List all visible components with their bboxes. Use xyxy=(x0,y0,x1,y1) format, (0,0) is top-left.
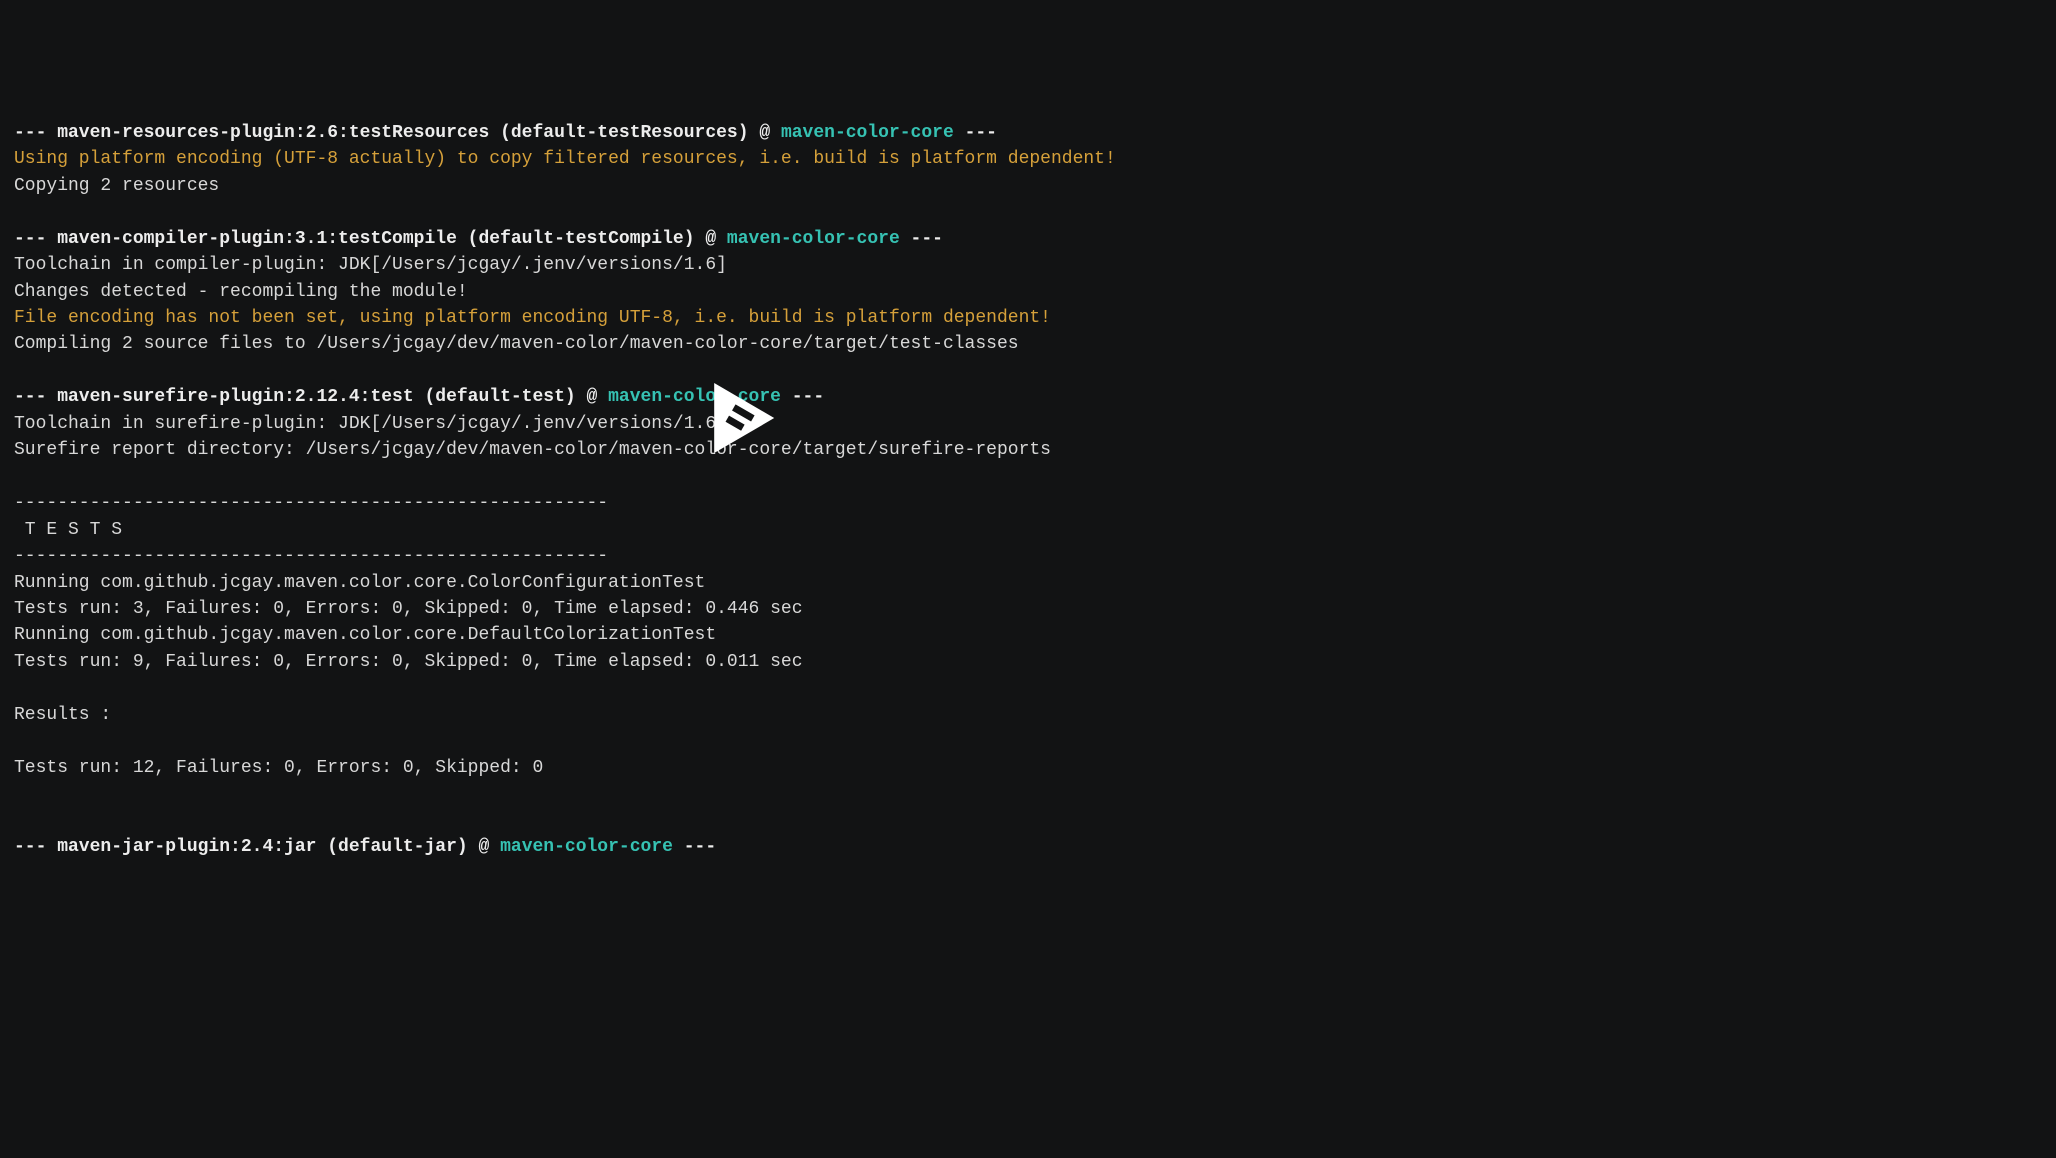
terminal-line xyxy=(14,199,1442,225)
text-segment: --- maven-resources-plugin:2.6:testResou… xyxy=(14,123,781,143)
terminal-line: Copying 2 resources xyxy=(14,173,1442,199)
text-segment: ----------------------------------------… xyxy=(14,493,608,513)
terminal-line xyxy=(14,781,1442,807)
text-segment: --- maven-jar-plugin:2.4:jar (default-ja… xyxy=(14,837,500,857)
terminal-line: ----------------------------------------… xyxy=(14,490,1442,516)
text-segment: Using platform encoding (UTF-8 actually)… xyxy=(14,149,1116,169)
text-segment: Copying 2 resources xyxy=(14,176,219,196)
text-segment: Tests run: 3, Failures: 0, Errors: 0, Sk… xyxy=(14,599,803,619)
text-segment: --- maven-compiler-plugin:3.1:testCompil… xyxy=(14,229,727,249)
terminal-line: Tests run: 9, Failures: 0, Errors: 0, Sk… xyxy=(14,649,1442,675)
text-segment: Toolchain in surefire-plugin: JDK[/Users… xyxy=(14,414,727,434)
terminal-line xyxy=(14,808,1442,834)
terminal-line: File encoding has not been set, using pl… xyxy=(14,305,1442,331)
terminal-line: Using platform encoding (UTF-8 actually)… xyxy=(14,146,1442,172)
terminal-line: Tests run: 3, Failures: 0, Errors: 0, Sk… xyxy=(14,596,1442,622)
text-segment: --- xyxy=(900,229,943,249)
terminal-line: --- maven-compiler-plugin:3.1:testCompil… xyxy=(14,226,1442,252)
text-segment: File encoding has not been set, using pl… xyxy=(14,308,1051,328)
text-segment: --- xyxy=(673,837,716,857)
text-segment: --- xyxy=(954,123,997,143)
terminal-line: Changes detected - recompiling the modul… xyxy=(14,279,1442,305)
text-segment: Changes detected - recompiling the modul… xyxy=(14,282,468,302)
text-segment: maven-color-core xyxy=(727,229,900,249)
terminal-line: Running com.github.jcgay.maven.color.cor… xyxy=(14,622,1442,648)
text-segment: Tests run: 12, Failures: 0, Errors: 0, S… xyxy=(14,758,543,778)
text-segment: Results : xyxy=(14,705,111,725)
terminal-line xyxy=(14,728,1442,754)
text-segment: Toolchain in compiler-plugin: JDK[/Users… xyxy=(14,255,727,275)
terminal-line: --- maven-jar-plugin:2.4:jar (default-ja… xyxy=(14,834,1442,860)
terminal-line: Toolchain in compiler-plugin: JDK[/Users… xyxy=(14,252,1442,278)
text-segment: --- maven-surefire-plugin:2.12.4:test (d… xyxy=(14,387,608,407)
text-segment: maven-color-core xyxy=(781,123,954,143)
text-segment: Running com.github.jcgay.maven.color.cor… xyxy=(14,625,716,645)
terminal-line xyxy=(14,675,1442,701)
terminal-line: Running com.github.jcgay.maven.color.cor… xyxy=(14,570,1442,596)
text-segment: maven-color-core xyxy=(500,837,673,857)
terminal-line: Tests run: 12, Failures: 0, Errors: 0, S… xyxy=(14,755,1442,781)
play-button[interactable] xyxy=(667,342,789,478)
text-segment: Running com.github.jcgay.maven.color.cor… xyxy=(14,573,705,593)
text-segment: T E S T S xyxy=(14,520,122,540)
text-segment: Surefire report directory: /Users/jcgay/… xyxy=(14,440,1051,460)
text-segment: Tests run: 9, Failures: 0, Errors: 0, Sk… xyxy=(14,652,803,672)
terminal-line: T E S T S xyxy=(14,517,1442,543)
play-icon xyxy=(689,368,789,468)
terminal-output: --- maven-resources-plugin:2.6:testResou… xyxy=(14,120,1442,861)
terminal-line: --- maven-resources-plugin:2.6:testResou… xyxy=(14,120,1442,146)
terminal-line: Results : xyxy=(14,702,1442,728)
text-segment: Compiling 2 source files to /Users/jcgay… xyxy=(14,334,1019,354)
terminal-line: ----------------------------------------… xyxy=(14,543,1442,569)
text-segment: ----------------------------------------… xyxy=(14,546,608,566)
